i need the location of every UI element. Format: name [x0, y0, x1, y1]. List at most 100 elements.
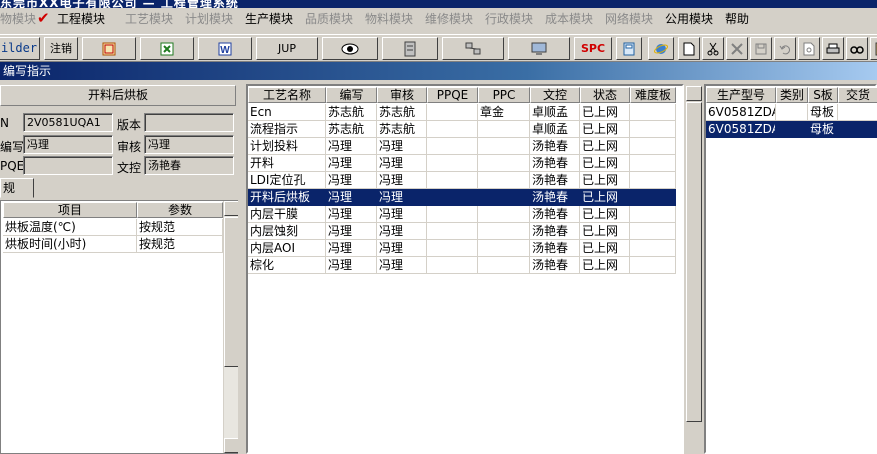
- menu-item-5[interactable]: 品质模块: [305, 10, 353, 27]
- product-col-header[interactable]: 交货: [838, 87, 877, 103]
- process-cell: [478, 155, 530, 172]
- jup-button[interactable]: JUP: [256, 37, 318, 60]
- checkmark-icon: ✔: [37, 9, 50, 27]
- product-col-header[interactable]: S板: [808, 87, 838, 103]
- network-button[interactable]: [442, 37, 504, 60]
- database-button[interactable]: [382, 37, 438, 60]
- process-scroll-up-button[interactable]: [686, 86, 702, 101]
- pn-label: N: [0, 116, 9, 130]
- database-icon: [404, 41, 416, 57]
- doc-control-field[interactable]: 汤艳春: [144, 156, 234, 175]
- process-cell: 冯理: [326, 189, 377, 206]
- save-icon: [755, 43, 767, 55]
- process-cell: [427, 223, 478, 240]
- process-cell: 章金: [478, 104, 530, 121]
- save-button[interactable]: [750, 37, 772, 60]
- process-cell: [478, 121, 530, 138]
- pn-field[interactable]: 2V0581UQA1: [23, 113, 113, 132]
- version-field[interactable]: [144, 113, 234, 132]
- cut-icon: [707, 42, 719, 56]
- process-cell: 苏志航: [326, 121, 377, 138]
- ppqe-field[interactable]: [23, 156, 113, 175]
- menu-item-3[interactable]: 计划模块: [185, 10, 233, 27]
- process-col-header[interactable]: 文控: [530, 87, 580, 103]
- process-cell: 冯理: [326, 155, 377, 172]
- process-cell: 已上网: [580, 223, 630, 240]
- process-cell: [427, 138, 478, 155]
- delete-button[interactable]: [726, 37, 748, 60]
- undo-button[interactable]: [774, 37, 796, 60]
- app-window: 东莞市XX电子有限公司 — 工程管理系统 ✔ 物模块 工程模块 工艺模块 计划模块 生产…: [0, 0, 877, 454]
- exit-button[interactable]: [870, 37, 877, 60]
- network-icon: [465, 42, 481, 55]
- process-cell: 冯理: [326, 223, 377, 240]
- product-col-header[interactable]: 类别: [776, 87, 808, 103]
- product-grid: 生产型号类别S板交货 6V0581ZDA0 母板 6V0581ZDA1 母板: [704, 84, 877, 454]
- excel-button[interactable]: [140, 37, 194, 60]
- process-grid-scrollbar[interactable]: [684, 84, 702, 454]
- scroll-thumb[interactable]: [224, 217, 239, 367]
- word-button[interactable]: W: [198, 37, 252, 60]
- menu-item-11[interactable]: 公用模块: [665, 10, 713, 27]
- process-cell: Ecn: [248, 104, 326, 121]
- report-button[interactable]: [82, 37, 136, 60]
- view-button[interactable]: [322, 37, 378, 60]
- process-col-header[interactable]: 审核: [377, 87, 427, 103]
- scroll-down-button[interactable]: [224, 438, 239, 453]
- menu-item-0[interactable]: 物模块: [0, 10, 36, 27]
- tab-spec[interactable]: 规: [0, 178, 34, 198]
- process-col-header[interactable]: PPC: [478, 87, 530, 103]
- process-cell: 冯理: [326, 172, 377, 189]
- preview-icon: [803, 42, 815, 56]
- find-button[interactable]: [846, 37, 868, 60]
- writer-field[interactable]: 冯理: [23, 135, 113, 154]
- preview-button[interactable]: [798, 37, 820, 60]
- product-cell: [776, 104, 808, 121]
- ie-button[interactable]: [648, 37, 674, 60]
- menu-item-2[interactable]: 工艺模块: [125, 10, 173, 27]
- process-cell: 内层干膜: [248, 206, 326, 223]
- logout-button[interactable]: 注销: [44, 37, 78, 60]
- menu-item-10[interactable]: 网络模块: [605, 10, 653, 27]
- menu-item-4[interactable]: 生产模块: [245, 10, 293, 27]
- param-cell: 烘板温度(℃): [3, 219, 137, 236]
- process-cell: [427, 172, 478, 189]
- new-button[interactable]: [678, 37, 700, 60]
- process-col-header[interactable]: 编写: [326, 87, 377, 103]
- spc-button[interactable]: SPC: [574, 37, 612, 60]
- menu-item-9[interactable]: 成本模块: [545, 10, 593, 27]
- left-splitter[interactable]: [238, 84, 246, 454]
- process-cell: 汤艳春: [530, 257, 580, 274]
- reviewer-field[interactable]: 冯理: [144, 135, 234, 154]
- process-cell: 已上网: [580, 172, 630, 189]
- print-button[interactable]: [822, 37, 844, 60]
- process-cell: 汤艳春: [530, 172, 580, 189]
- process-scroll-thumb[interactable]: [686, 102, 702, 422]
- calculator-button[interactable]: [616, 37, 642, 60]
- menu-item-6[interactable]: 物料模块: [365, 10, 413, 27]
- builder-button[interactable]: ilder: [0, 37, 40, 60]
- excel-icon: [160, 42, 174, 56]
- menu-item-8[interactable]: 行政模块: [485, 10, 533, 27]
- scroll-up-button[interactable]: [224, 201, 239, 216]
- parameter-grid-scrollbar[interactable]: [223, 201, 239, 453]
- param-col-header[interactable]: 项目: [3, 202, 137, 218]
- process-col-header[interactable]: PPQE: [427, 87, 478, 103]
- menu-item-1[interactable]: 工程模块: [57, 10, 105, 27]
- process-cell: 已上网: [580, 206, 630, 223]
- report-icon: [102, 42, 116, 56]
- process-col-header[interactable]: 难度板: [630, 87, 676, 103]
- product-cell: [776, 121, 808, 138]
- process-col-header[interactable]: 状态: [580, 87, 630, 103]
- process-cell: 计划投料: [248, 138, 326, 155]
- param-col-header[interactable]: 参数: [137, 202, 223, 218]
- menu-item-12[interactable]: 帮助: [725, 10, 749, 27]
- monitor-button[interactable]: [508, 37, 570, 60]
- cut-button[interactable]: [702, 37, 724, 60]
- monitor-icon: [531, 42, 547, 55]
- product-col-header[interactable]: 生产型号: [706, 87, 776, 103]
- reviewer-label: 审核: [117, 140, 142, 154]
- process-col-header[interactable]: 工艺名称: [248, 87, 326, 103]
- menu-item-7[interactable]: 维修模块: [425, 10, 473, 27]
- param-cell: 烘板时间(小时): [3, 236, 137, 253]
